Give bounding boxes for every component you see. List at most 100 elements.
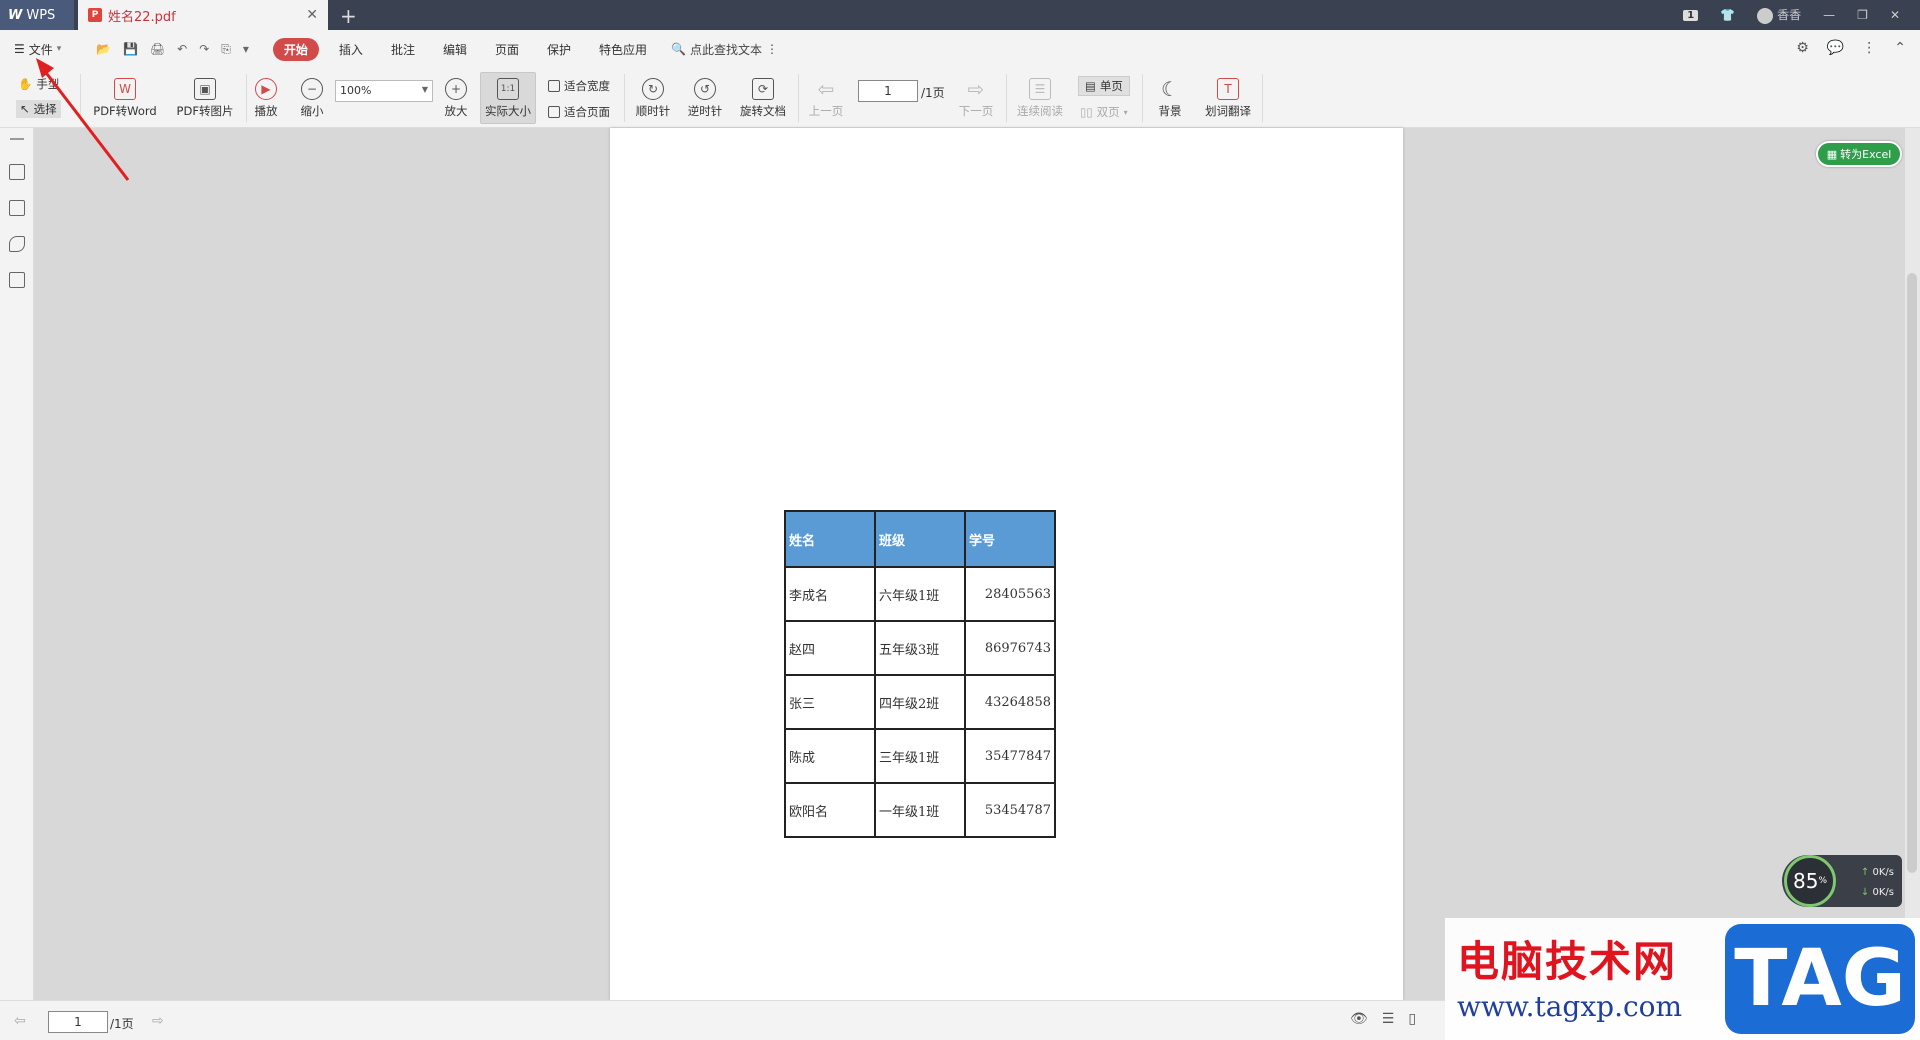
find-text-search[interactable]: 🔍 点此查找文本 ⋮ bbox=[671, 41, 778, 58]
play-button[interactable]: ▶ 播放 bbox=[250, 72, 282, 124]
skin-icon[interactable]: 👕 bbox=[1720, 8, 1735, 22]
fit-width-icon bbox=[548, 80, 560, 92]
zoom-out-button[interactable]: − 缩小 bbox=[296, 72, 328, 124]
tab-edit[interactable]: 编辑 bbox=[429, 38, 481, 61]
window-count-badge[interactable]: 1 bbox=[1683, 9, 1699, 21]
select-tool-button[interactable]: ↖ 选择 bbox=[16, 100, 61, 118]
wps-home-label: WPS bbox=[26, 7, 56, 23]
separator bbox=[1142, 74, 1143, 122]
new-tab-button[interactable]: + bbox=[340, 4, 357, 28]
pdf-to-image-button[interactable]: ▣ PDF转图片 bbox=[172, 72, 238, 124]
background-button[interactable]: ☾ 背景 bbox=[1150, 72, 1190, 124]
play-icon: ▶ bbox=[255, 77, 277, 100]
file-menu-button[interactable]: ☰ 文件 ▾ bbox=[0, 41, 90, 58]
tab-start[interactable]: 开始 bbox=[272, 37, 319, 61]
next-page-icon[interactable]: ⇨ bbox=[152, 1013, 164, 1029]
undo-icon[interactable]: ↶ bbox=[177, 42, 187, 57]
prev-page-button[interactable]: ⇦ 上一页 bbox=[806, 72, 846, 124]
zoom-out-label: 缩小 bbox=[300, 103, 324, 118]
watermark-cn-text: 电脑技术网 bbox=[1457, 937, 1678, 986]
pdf-to-image-label: PDF转图片 bbox=[176, 103, 234, 118]
tab-insert[interactable]: 插入 bbox=[325, 38, 377, 61]
tab-page[interactable]: 页面 bbox=[481, 38, 533, 61]
sidebar-handle[interactable] bbox=[10, 138, 24, 140]
continuous-read-label: 连续阅读 bbox=[1017, 103, 1063, 118]
scrollbar-thumb[interactable] bbox=[1907, 273, 1917, 873]
next-page-button[interactable]: ⇨ 下一页 bbox=[956, 72, 996, 124]
prev-page-icon[interactable]: ⇦ bbox=[14, 1013, 26, 1029]
table-cell: 86976743 bbox=[964, 620, 1056, 676]
table-row: 赵四 五年级3班 86976743 bbox=[784, 620, 1056, 676]
table-cell: 53454787 bbox=[964, 782, 1056, 838]
double-page-button[interactable]: ▯▯ 双页 ▾ bbox=[1080, 104, 1128, 120]
separator bbox=[624, 74, 625, 122]
open-folder-icon[interactable]: 📂 bbox=[96, 42, 111, 57]
annotation-panel-icon[interactable] bbox=[9, 236, 25, 252]
restore-icon[interactable]: ❐ bbox=[1857, 8, 1868, 22]
left-sidebar bbox=[0, 128, 34, 1000]
student-table: 姓名 班级 学号 李成名 六年级1班 28405563 赵四 五年级3班 869… bbox=[784, 510, 1056, 838]
document-tab-label: 姓名22.pdf bbox=[108, 9, 176, 25]
collapse-ribbon-icon[interactable]: ⌃ bbox=[1894, 40, 1906, 56]
table-cell: 35477847 bbox=[964, 728, 1056, 784]
play-label: 播放 bbox=[254, 103, 278, 118]
rotate-counterclockwise-button[interactable]: ↺ 逆时针 bbox=[684, 72, 726, 124]
print-icon[interactable]: 🖨 bbox=[150, 42, 165, 57]
close-window-icon[interactable]: ✕ bbox=[1890, 8, 1900, 22]
upload-speed: 0K/s bbox=[1872, 867, 1895, 878]
network-speed-widget[interactable]: 85% ↑ 0K/s ↓ 0K/s bbox=[1782, 855, 1902, 907]
thumbnail-panel-icon[interactable] bbox=[9, 200, 25, 216]
actual-size-icon: 1:1 bbox=[497, 77, 519, 100]
actual-size-button[interactable]: 1:1 实际大小 bbox=[480, 72, 536, 124]
actual-size-label: 实际大小 bbox=[485, 103, 531, 118]
tab-protect[interactable]: 保护 bbox=[533, 38, 585, 61]
rotate-document-button[interactable]: ⟳ 旋转文档 bbox=[736, 72, 790, 124]
export-icon[interactable]: ⎘ bbox=[221, 42, 231, 57]
gear-icon[interactable]: ⚙ bbox=[1796, 40, 1809, 56]
rotate-counterclockwise-label: 逆时针 bbox=[687, 103, 723, 118]
continuous-view-icon[interactable]: ☰ bbox=[1382, 1011, 1395, 1027]
redo-icon[interactable]: ↷ bbox=[199, 42, 209, 57]
pdf-to-word-button[interactable]: W PDF转Word bbox=[90, 72, 160, 124]
wps-home-tab[interactable]: W WPS bbox=[0, 0, 74, 30]
minimize-icon[interactable]: — bbox=[1823, 8, 1835, 22]
pdf-to-word-label: PDF转Word bbox=[93, 103, 157, 118]
tab-annotate[interactable]: 批注 bbox=[377, 38, 429, 61]
single-view-icon[interactable]: ▯ bbox=[1408, 1011, 1416, 1027]
arrow-left-icon: ⇦ bbox=[817, 76, 835, 101]
page-number-input[interactable]: 1 bbox=[858, 80, 918, 102]
customize-dropdown-icon[interactable]: ▾ bbox=[243, 42, 249, 57]
zoom-in-button[interactable]: + 放大 bbox=[440, 72, 472, 124]
fit-width-button[interactable]: 适合宽度 bbox=[548, 78, 610, 94]
rotate-clockwise-label: 顺时针 bbox=[635, 103, 671, 118]
continuous-read-button[interactable]: ☰ 连续阅读 bbox=[1014, 72, 1066, 124]
title-bar: W WPS P 姓名22.pdf ✕ + 1 👕 香香 — ❐ ✕ bbox=[0, 0, 1920, 30]
bookmark-panel-icon[interactable] bbox=[9, 164, 25, 180]
document-tab[interactable]: P 姓名22.pdf ✕ bbox=[78, 0, 328, 30]
prev-page-label: 上一页 bbox=[808, 103, 844, 118]
hand-icon: ✋ bbox=[18, 77, 33, 91]
save-icon[interactable]: 💾 bbox=[123, 42, 138, 57]
eye-protection-icon[interactable]: 👁 bbox=[1350, 1011, 1368, 1027]
signature-panel-icon[interactable] bbox=[9, 272, 25, 288]
single-page-button[interactable]: ▤ 单页 bbox=[1078, 76, 1130, 96]
pdf-to-word-icon: W bbox=[114, 77, 136, 100]
single-page-icon: ▤ bbox=[1085, 79, 1096, 93]
avatar bbox=[1757, 7, 1774, 24]
hand-tool-button[interactable]: ✋ 手型 bbox=[18, 76, 59, 92]
ribbon-tabs: 开始 插入 批注 编辑 页面 保护 特色应用 bbox=[272, 37, 661, 61]
user-account[interactable]: 香香 bbox=[1757, 6, 1801, 24]
vertical-scrollbar[interactable] bbox=[1905, 128, 1920, 1000]
rotate-clockwise-button[interactable]: ↻ 顺时针 bbox=[632, 72, 674, 124]
close-tab-icon[interactable]: ✕ bbox=[306, 7, 318, 23]
separator bbox=[80, 74, 81, 122]
fit-page-button[interactable]: 适合页面 bbox=[548, 104, 610, 120]
zoom-level-select[interactable]: 100% ▼ bbox=[335, 80, 433, 102]
status-page-input[interactable]: 1 bbox=[48, 1011, 108, 1033]
more-icon[interactable]: ⋮ bbox=[1862, 40, 1876, 56]
convert-to-excel-button[interactable]: ▦ 转为Excel bbox=[1816, 141, 1902, 167]
table-cell: 李成名 bbox=[784, 566, 876, 622]
tab-features[interactable]: 特色应用 bbox=[585, 38, 661, 61]
translate-button[interactable]: T 划词翻译 bbox=[1200, 72, 1256, 124]
comment-icon[interactable]: 💬 bbox=[1827, 40, 1844, 56]
